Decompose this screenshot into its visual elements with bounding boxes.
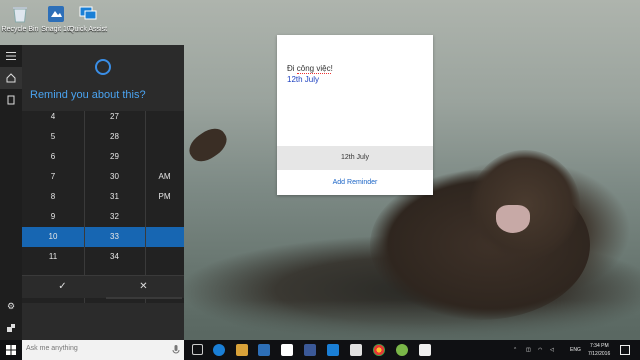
- reminder-title-prefix: Đi: [287, 64, 297, 73]
- settings-button[interactable]: ⚙: [0, 295, 22, 317]
- minute-option[interactable]: 27: [84, 111, 145, 127]
- wallpaper-otter-mouth: [496, 205, 530, 233]
- reminder-footer-date: 12th July: [277, 146, 433, 170]
- desktop-icon-quick-assist[interactable]: Quick Assist: [68, 4, 108, 33]
- cortana-logo-icon: [95, 59, 111, 75]
- clock-time[interactable]: 7:34 PM: [590, 343, 609, 349]
- tray-arrow-icon[interactable]: ⌃: [513, 347, 517, 353]
- hour-option[interactable]: 9: [22, 207, 84, 227]
- minute-option[interactable]: 31: [84, 187, 145, 207]
- gear-icon: ⚙: [6, 300, 16, 311]
- reminder-date-link[interactable]: 12th July: [287, 75, 319, 84]
- snagit-taskbar-icon[interactable]: [350, 344, 362, 356]
- notebook-icon: [7, 95, 15, 105]
- quick-assist-icon: [78, 4, 98, 24]
- app-icon-green[interactable]: [396, 344, 408, 356]
- reminder-title-misspelled: công việc: [296, 64, 331, 74]
- home-button[interactable]: [0, 67, 22, 89]
- add-reminder-button[interactable]: Add Reminder: [277, 173, 433, 193]
- reminder-card: Đi công việc! 12th July 12th July Add Re…: [277, 35, 433, 195]
- hour-option[interactable]: 11: [22, 247, 84, 267]
- notes-icon[interactable]: [419, 344, 431, 356]
- start-button[interactable]: [0, 340, 22, 360]
- minute-option[interactable]: 29: [84, 147, 145, 167]
- checkmark-icon: ✓: [58, 281, 67, 292]
- taskbar: Ask me anything ⌃ ◫ ◠ ◁ ENG 7:34 PM 7/12…: [0, 340, 640, 360]
- cancel-button[interactable]: ✕: [103, 276, 184, 298]
- mail-icon[interactable]: [281, 344, 293, 356]
- desktop-icon-recycle-bin[interactable]: Recycle Bin: [0, 4, 40, 33]
- accept-button[interactable]: ✓: [22, 276, 103, 298]
- feedback-button[interactable]: [0, 317, 22, 339]
- reminder-title[interactable]: Đi công việc!: [287, 64, 333, 74]
- store-icon[interactable]: [258, 344, 270, 356]
- minute-option[interactable]: 33: [84, 227, 145, 247]
- clock-date[interactable]: 7/12/2016: [588, 351, 610, 357]
- feedback-icon: [7, 324, 15, 332]
- hour-option[interactable]: 10: [22, 227, 84, 247]
- cortana-rail: ⚙: [0, 45, 22, 340]
- remind-prompt: Remind you about this?: [30, 89, 146, 101]
- hamburger-menu-button[interactable]: [0, 45, 22, 67]
- hour-option[interactable]: 4: [22, 111, 84, 127]
- notebook-button[interactable]: [0, 89, 22, 111]
- hour-option[interactable]: 5: [22, 127, 84, 147]
- picker-actions: ✓ ✕: [22, 275, 184, 298]
- search-placeholder: Ask me anything: [26, 345, 78, 352]
- minute-option[interactable]: 32: [84, 207, 145, 227]
- reminder-title-suffix: !: [330, 64, 333, 73]
- minute-option[interactable]: 28: [84, 127, 145, 147]
- desktop-icon-label: Quick Assist: [68, 26, 108, 33]
- hamburger-icon: [6, 52, 16, 60]
- facebook-icon[interactable]: [304, 344, 316, 356]
- task-view-icon[interactable]: [192, 344, 203, 355]
- microphone-icon[interactable]: [172, 345, 180, 355]
- volume-icon[interactable]: ◁: [550, 347, 554, 353]
- app-icon[interactable]: [327, 344, 339, 356]
- edge-browser-icon[interactable]: [213, 344, 225, 356]
- windows-logo-icon: [6, 345, 16, 355]
- snagit-icon: [46, 4, 66, 24]
- action-center-icon[interactable]: [620, 345, 630, 355]
- minute-option[interactable]: 34: [84, 247, 145, 267]
- close-icon: ✕: [139, 281, 148, 292]
- ampm-option[interactable]: PM: [145, 187, 184, 207]
- wifi-icon[interactable]: ◠: [538, 347, 542, 353]
- wallpaper-otter-paw: [184, 122, 232, 168]
- divider: [106, 297, 182, 299]
- recycle-bin-icon: [10, 4, 30, 24]
- taskbar-search-box[interactable]: Ask me anything: [22, 340, 184, 360]
- minute-option[interactable]: 30: [84, 167, 145, 187]
- chrome-icon[interactable]: [373, 344, 385, 356]
- hour-option[interactable]: 7: [22, 167, 84, 187]
- wallpaper-water: [180, 300, 640, 340]
- language-indicator[interactable]: ENG: [570, 347, 581, 353]
- hour-option[interactable]: 8: [22, 187, 84, 207]
- file-explorer-icon[interactable]: [236, 344, 248, 356]
- ampm-option[interactable]: AM: [145, 167, 184, 187]
- hour-option[interactable]: 6: [22, 147, 84, 167]
- home-icon: [6, 73, 16, 83]
- desktop-icon-label: Recycle Bin: [1, 26, 39, 33]
- network-icon[interactable]: ◫: [526, 347, 531, 353]
- cortana-panel: Remind you about this? 4 5 6 7 8 9 10 11…: [22, 45, 184, 340]
- wallpaper-otter-head: [470, 150, 580, 260]
